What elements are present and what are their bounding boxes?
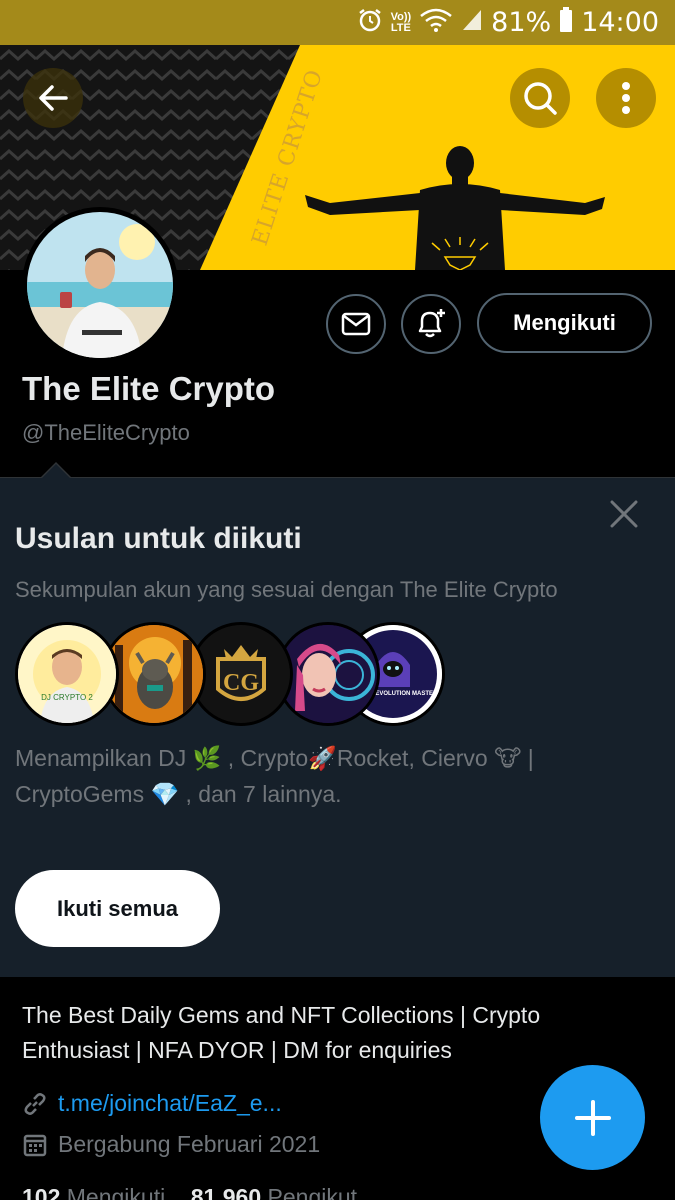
avatar[interactable]	[22, 207, 178, 363]
wifi-icon	[419, 7, 453, 38]
follow-counts[interactable]: 102 Mengikuti 81.960 Pengikut	[22, 1184, 357, 1200]
showing-line-2: CryptoGems 💎 , dan 7 lainnya.	[15, 781, 342, 807]
alarm-icon	[357, 7, 383, 38]
profile-link[interactable]: t.me/joinchat/EaZ_e...	[22, 1090, 282, 1117]
battery-icon	[559, 7, 573, 38]
network-indicator: Vo)) LTE	[390, 10, 412, 34]
avatar-caption: DJ CRYPTO 2	[41, 693, 93, 702]
following-count-label: Mengikuti	[66, 1184, 166, 1200]
calendar-icon	[23, 1134, 47, 1156]
plus-icon	[574, 1099, 611, 1136]
following-button[interactable]: Mengikuti	[477, 293, 652, 353]
bio-line-2: Enthusiast | NFA DYOR | DM for enquiries	[22, 1037, 452, 1063]
link-icon	[24, 1092, 46, 1115]
compose-tweet-button[interactable]	[540, 1065, 645, 1170]
search-button[interactable]	[510, 68, 570, 128]
following-count: 102	[22, 1184, 61, 1200]
close-suggestions-button[interactable]	[604, 494, 644, 534]
close-icon	[610, 500, 638, 528]
more-vertical-icon	[622, 82, 630, 114]
envelope-icon	[341, 312, 371, 336]
suggested-avatar-dj[interactable]: DJ CRYPTO 2	[15, 622, 119, 726]
bell-plus-icon	[418, 309, 445, 338]
suggestions-showing-text: Menampilkan DJ 🌿 , Crypto🚀Rocket, Ciervo…	[15, 740, 655, 812]
followers-count: 81.960	[190, 1184, 262, 1200]
back-button[interactable]	[23, 68, 83, 128]
bio: The Best Daily Gems and NFT Collections …	[22, 998, 642, 1068]
suggestions-title: Usulan untuk diikuti	[15, 522, 302, 555]
clock: 14:00	[581, 7, 659, 38]
avatar-caption: CG	[223, 670, 259, 696]
card-pointer-inner	[42, 464, 70, 478]
followers-count-label: Pengikut	[267, 1184, 358, 1200]
status-bar: Vo)) LTE 81% 14:00	[0, 0, 675, 45]
display-name: The Elite Crypto	[22, 370, 276, 407]
battery-percent: 81%	[491, 7, 552, 38]
message-button[interactable]	[326, 294, 386, 354]
joined-date: Bergabung Februari 2021	[22, 1131, 320, 1158]
bio-line-1: The Best Daily Gems and NFT Collections …	[22, 1002, 541, 1028]
signal-icon	[461, 8, 483, 37]
arrow-left-icon	[39, 85, 68, 111]
link-text[interactable]: t.me/joinchat/EaZ_e...	[58, 1090, 282, 1117]
handle: @TheEliteCrypto	[22, 420, 190, 445]
suggested-avatars[interactable]: DJ CRYPTO 2 CG CRYPTO REVOLUTION MASTERS	[15, 622, 445, 726]
notify-button[interactable]	[401, 294, 461, 354]
suggestions-subtitle: Sekumpulan akun yang sesuai dengan The E…	[15, 577, 558, 602]
follow-all-button[interactable]: Ikuti semua	[15, 870, 220, 947]
joined-text: Bergabung Februari 2021	[58, 1131, 321, 1157]
more-options-button[interactable]	[596, 68, 656, 128]
showing-line-1: Menampilkan DJ 🌿 , Crypto🚀Rocket, Ciervo…	[15, 745, 534, 771]
search-icon	[524, 82, 557, 115]
